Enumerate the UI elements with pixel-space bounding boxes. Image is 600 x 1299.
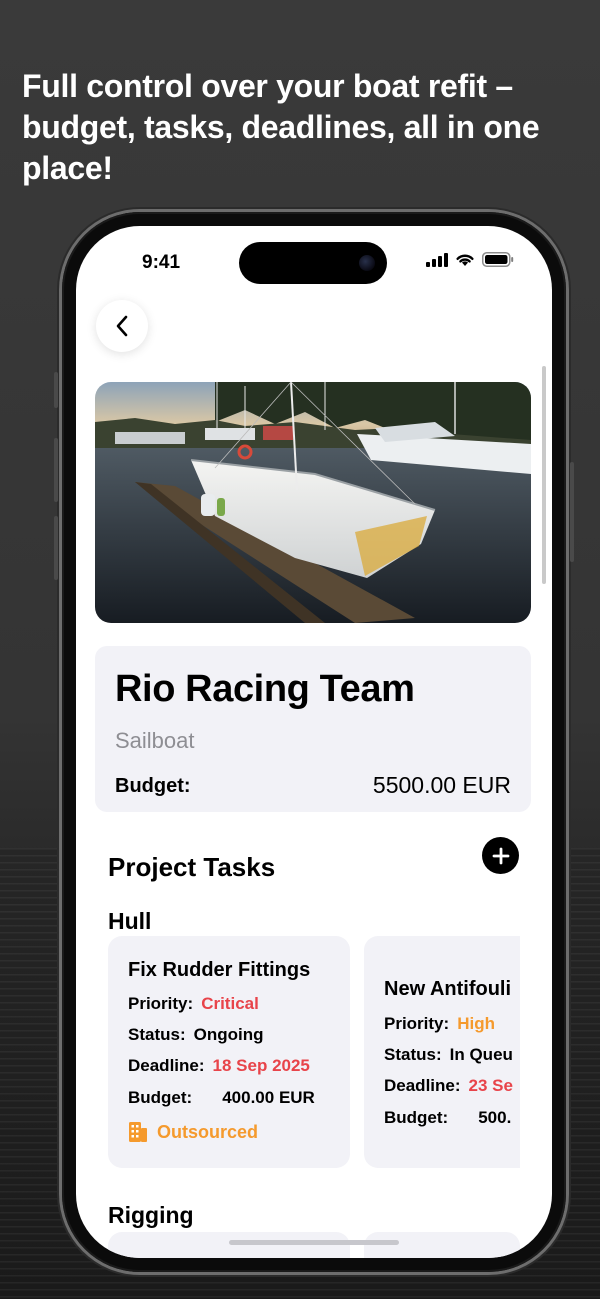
task-status-value: Ongoing [193, 1025, 264, 1044]
battery-icon [482, 252, 514, 267]
task-status-value: In Queu [449, 1045, 513, 1064]
task-title: Fix Rudder Fittings [128, 959, 311, 981]
outsourced-label: Outsourced [157, 1121, 259, 1142]
task-budget-row: Budget: 500. [384, 1108, 511, 1128]
dynamic-island [239, 242, 387, 284]
project-budget-label: Budget: [115, 775, 191, 797]
project-budget-value: 5500.00 EUR [372, 772, 511, 798]
scrollbar[interactable] [542, 366, 546, 584]
task-priority-label: Priority: [128, 994, 194, 1013]
hull-tasks-carousel[interactable]: Fix Rudder Fittings Priority: Critical St… [108, 936, 520, 1172]
task-budget-label: Budget: [384, 1108, 449, 1127]
status-icons [426, 252, 514, 267]
group-title-hull: Hull [108, 908, 152, 934]
phone-action-button [54, 372, 58, 408]
task-title: New Antifouli [384, 978, 512, 1000]
task-priority-value: Critical [201, 994, 259, 1013]
wifi-icon [456, 254, 474, 266]
task-priority-label: Priority: [384, 1014, 450, 1033]
task-card[interactable]: New Antifouli Priority: High Status: In Qu… [364, 936, 520, 1168]
task-deadline-label: Deadline: [128, 1056, 205, 1075]
phone-frame: 9:41 Rio Racing Team Sailboat Budget: 55… [54, 212, 574, 1272]
rigging-task-card[interactable] [364, 1232, 520, 1258]
task-deadline-value: 18 Sep 2025 [212, 1056, 310, 1075]
task-deadline-row: Deadline: 23 Se [384, 1076, 513, 1096]
signal-icon [426, 252, 448, 267]
chevron-left-icon [116, 315, 128, 337]
task-priority-row: Priority: Critical [128, 994, 259, 1014]
project-info-card: Rio Racing Team Sailboat Budget: 5500.00… [95, 646, 531, 812]
phone-volume-down-button [54, 516, 58, 580]
building-icon [129, 1122, 147, 1142]
task-budget-value: 400.00 EUR [222, 1088, 315, 1107]
task-budget-row: Budget: 400.00 EUR [128, 1088, 315, 1108]
project-tasks-title: Project Tasks [108, 852, 276, 882]
boat-photo [95, 382, 531, 623]
task-status-row: Status: In Queu [384, 1045, 513, 1065]
phone-power-button [570, 462, 574, 562]
camera-icon [359, 255, 375, 271]
outsourced-badge: Outsourced [128, 1121, 258, 1143]
task-deadline-row: Deadline: 18 Sep 2025 [128, 1056, 310, 1076]
phone-volume-up-button [54, 438, 58, 502]
app-screen: 9:41 Rio Racing Team Sailboat Budget: 55… [76, 226, 552, 1258]
rigging-task-card[interactable] [108, 1232, 350, 1258]
task-budget-label: Budget: [128, 1088, 193, 1107]
task-status-label: Status: [384, 1045, 442, 1064]
add-task-button[interactable] [482, 837, 519, 874]
task-deadline-label: Deadline: [384, 1076, 461, 1095]
project-type: Sailboat [115, 728, 195, 753]
plus-icon [492, 847, 509, 864]
group-title-rigging: Rigging [108, 1202, 194, 1228]
back-button[interactable] [96, 300, 148, 352]
home-indicator[interactable] [229, 1240, 399, 1245]
task-deadline-value: 23 Se [468, 1076, 513, 1095]
task-priority-row: Priority: High [384, 1014, 495, 1034]
task-status-row: Status: Ongoing [128, 1025, 264, 1045]
project-name: Rio Racing Team [115, 668, 415, 710]
task-card[interactable]: Fix Rudder Fittings Priority: Critical St… [108, 936, 350, 1168]
task-priority-value: High [457, 1014, 495, 1033]
task-status-label: Status: [128, 1025, 186, 1044]
task-budget-value: 500. [478, 1108, 512, 1127]
promo-headline: Full control over your boat refit – budg… [22, 68, 540, 186]
status-time: 9:41 [142, 252, 181, 273]
